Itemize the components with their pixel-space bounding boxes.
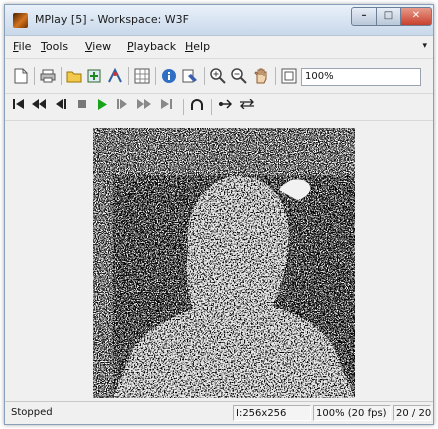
frame-counter: 20 / 20 — [393, 405, 431, 421]
toolbar-separator — [128, 67, 129, 85]
print-icon[interactable] — [38, 66, 58, 86]
pixel-region-icon[interactable] — [132, 66, 152, 86]
toolbar-separator — [183, 99, 184, 115]
matlab-app-icon — [13, 13, 28, 28]
toolbar-separator — [204, 67, 205, 85]
video-frame-image — [93, 128, 355, 398]
image-dimensions: I:256x256 — [233, 405, 311, 421]
status-bar: Stopped I:256x256 100% (20 fps) 20 / 20 — [5, 401, 433, 424]
jump-to-icon[interactable] — [217, 99, 235, 115]
info-icon[interactable] — [159, 66, 179, 86]
go-to-first-icon[interactable] — [11, 99, 27, 115]
minimize-button[interactable]: – — [351, 7, 377, 26]
open-folder-icon[interactable] — [64, 66, 84, 86]
zoom-in-icon[interactable] — [208, 66, 228, 86]
colormap-icon[interactable] — [180, 66, 200, 86]
playback-mode-icon[interactable] — [238, 98, 256, 115]
toolbar-separator — [155, 67, 156, 85]
step-back-icon[interactable] — [53, 99, 69, 115]
video-display-area — [5, 121, 433, 403]
close-button[interactable]: ✕ — [400, 7, 432, 26]
loop-icon[interactable] — [189, 99, 205, 115]
menu-help[interactable]: Help — [185, 40, 210, 53]
go-to-last-icon[interactable] — [158, 99, 174, 115]
maximize-button[interactable]: □ — [376, 7, 401, 26]
play-icon[interactable] — [94, 99, 110, 115]
toolbar-separator — [61, 67, 62, 85]
pan-hand-icon[interactable] — [251, 66, 271, 86]
window-title: MPlay [5] - Workspace: W3F — [35, 13, 189, 26]
menu-file[interactable]: File — [13, 40, 31, 53]
fast-forward-icon[interactable] — [136, 99, 152, 115]
stop-icon[interactable] — [74, 99, 90, 115]
fit-to-window-icon[interactable] — [279, 66, 299, 86]
data-cursor-icon[interactable] — [105, 66, 125, 86]
rewind-icon[interactable] — [31, 99, 47, 115]
playback-status: Stopped — [11, 407, 53, 418]
zoom-out-icon[interactable] — [229, 66, 249, 86]
export-icon[interactable] — [84, 66, 104, 86]
new-file-icon[interactable] — [11, 66, 31, 86]
mplay-window: MPlay [5] - Workspace: W3F – □ ✕ File To… — [4, 4, 434, 425]
step-forward-icon[interactable] — [114, 99, 130, 115]
zoom-level-field[interactable]: 100% — [301, 68, 421, 86]
menu-playback[interactable]: Playback — [127, 40, 176, 53]
main-toolbar: 100% — [5, 59, 433, 94]
menu-view[interactable]: View — [85, 40, 111, 53]
menu-bar: File Tools View Playback Help ▾ — [5, 36, 433, 59]
menu-tools[interactable]: Tools — [41, 40, 68, 53]
video-frame — [93, 128, 355, 398]
menu-overflow-icon[interactable]: ▾ — [422, 41, 427, 51]
frame-rate: 100% (20 fps) — [313, 405, 391, 421]
title-bar[interactable]: MPlay [5] - Workspace: W3F – □ ✕ — [5, 5, 433, 36]
toolbar-separator — [211, 99, 212, 115]
playback-toolbar — [5, 94, 433, 121]
toolbar-separator — [275, 67, 276, 85]
toolbar-separator — [34, 67, 35, 85]
